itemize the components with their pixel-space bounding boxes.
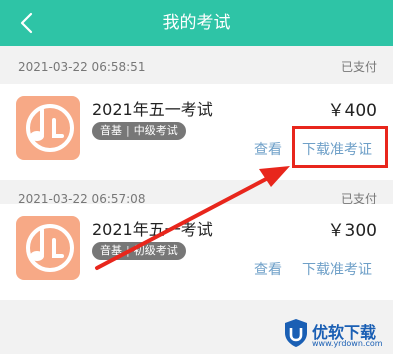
- exam-tags: 音基 | 初级考试: [92, 242, 186, 260]
- exam-tags: 音基 | 中级考试: [92, 122, 186, 140]
- view-button[interactable]: 查看: [254, 139, 282, 159]
- tag-subject: 音基: [100, 124, 122, 137]
- order-info-bar: 2021-03-22 06:58:51 已支付: [0, 50, 393, 84]
- highlight-box: [292, 126, 388, 168]
- payment-status: 已支付: [340, 60, 377, 74]
- tag-separator: |: [126, 244, 130, 257]
- tag-level: 初级考试: [133, 244, 178, 257]
- download-ticket-button[interactable]: 下载准考证: [302, 259, 372, 279]
- exam-price: ￥400: [327, 101, 377, 121]
- exam-price: ￥300: [327, 221, 377, 241]
- tag-level: 中级考试: [133, 124, 178, 137]
- tag-subject: 音基: [100, 244, 122, 257]
- order-time: 2021-03-22 06:58:51: [18, 60, 146, 74]
- music-note-icon: [16, 96, 80, 160]
- exam-name: 2021年五一考试: [92, 220, 213, 239]
- page-title: 我的考试: [162, 13, 231, 33]
- watermark: 优软下载 www.yrdown.com: [284, 318, 392, 352]
- tag-separator: |: [126, 124, 130, 137]
- exam-card[interactable]: 2021年五一考试 音基 | 初级考试 ￥300 查看 下载准考证: [0, 204, 393, 300]
- watermark-url: www.yrdown.com: [312, 339, 383, 348]
- app-header: 我的考试: [0, 0, 393, 46]
- view-button[interactable]: 查看: [254, 259, 282, 279]
- shield-logo-icon: [285, 319, 307, 347]
- exam-name: 2021年五一考试: [92, 100, 213, 119]
- music-note-icon: [16, 216, 80, 280]
